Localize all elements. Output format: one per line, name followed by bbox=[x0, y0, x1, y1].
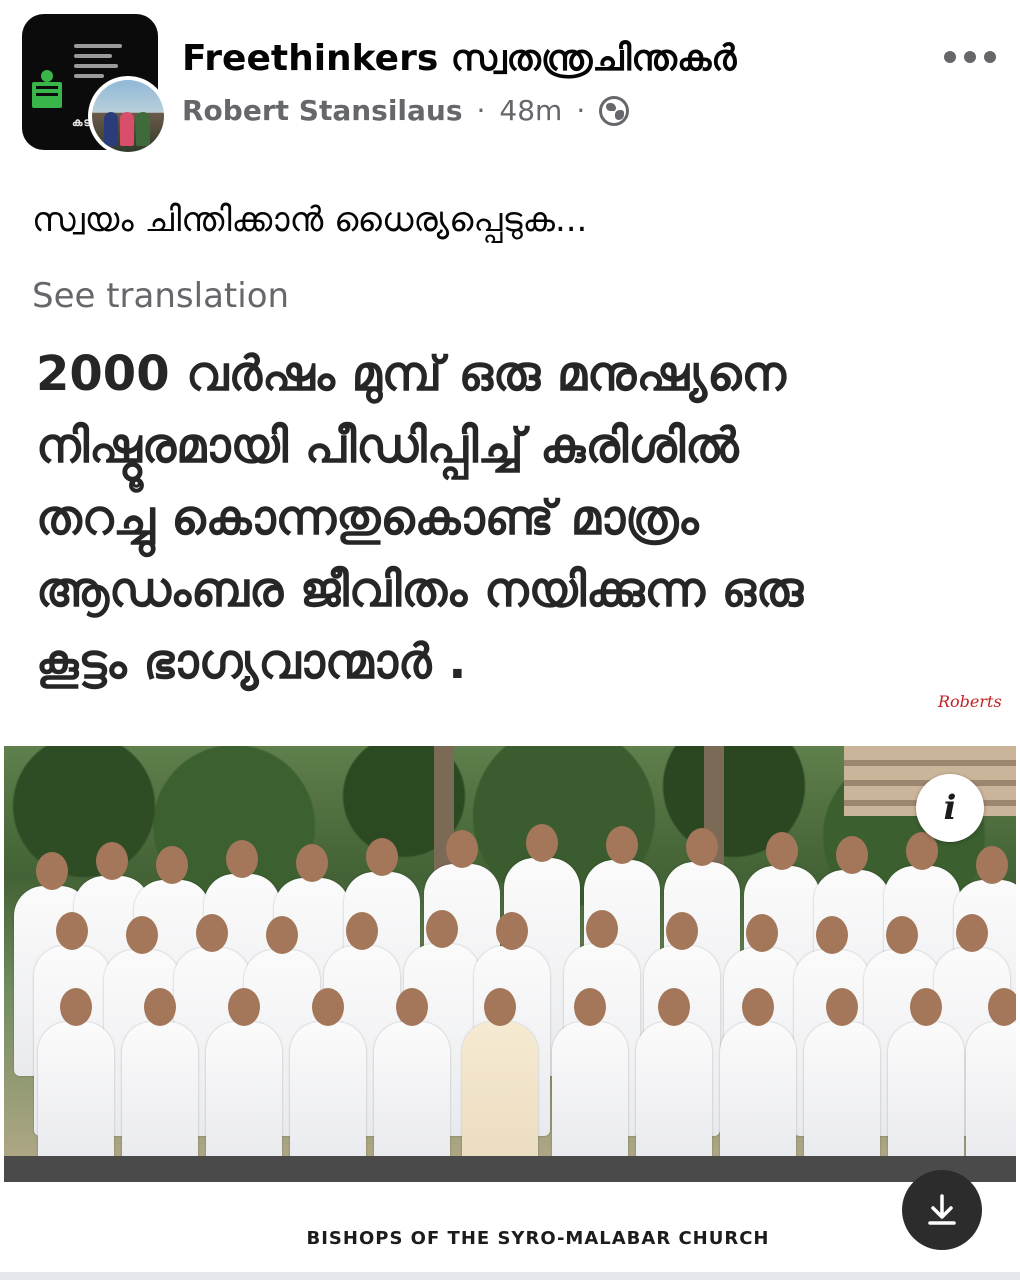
headline-line: കൂട്ടം ഭാഗ്യവാന്മാർ . bbox=[36, 634, 467, 690]
post-header: കടമയ Freethinkers സ്വതന്ത്രചിന്തകർ Rober… bbox=[0, 0, 1020, 170]
author-avatar[interactable] bbox=[88, 76, 168, 156]
post-meta: Robert Stansilaus · 48m · bbox=[182, 94, 630, 127]
author-name[interactable]: Robert Stansilaus bbox=[182, 94, 463, 127]
info-icon: i bbox=[943, 788, 957, 828]
shared-image[interactable]: 2000 വർഷം മുമ്പ് ഒരു മനുഷ്യനെ നിഷ്ഠൂരമായ… bbox=[0, 330, 1020, 1280]
headline-line: 2000 വർഷം മുമ്പ് ഒരു മനുഷ്യനെ bbox=[36, 346, 786, 402]
photo-row-front-seated bbox=[4, 982, 1016, 1182]
post-time[interactable]: 48m bbox=[499, 94, 562, 127]
photo-caption: BISHOPS OF THE SYRO-MALABAR CHURCH bbox=[306, 1228, 770, 1249]
headline-line: ആഡംബര ജീവിതം നയിക്കുന്ന ഒരു bbox=[36, 562, 804, 618]
image-signature: Roberts bbox=[938, 692, 1002, 711]
download-icon bbox=[928, 1194, 956, 1225]
more-horizontal-icon bbox=[944, 51, 956, 63]
meta-separator: · bbox=[476, 94, 486, 127]
book-icon bbox=[32, 70, 62, 108]
post-caption: സ്വയം ചിന്തിക്കാൻ ധൈര്യപ്പെടുക... bbox=[32, 200, 588, 240]
group-photo bbox=[4, 746, 1016, 1182]
group-name[interactable]: Freethinkers സ്വതന്ത്രചിന്തകർ bbox=[182, 38, 736, 80]
headline-line: തറച്ചു കൊന്നതുകൊണ്ട് മാത്രം bbox=[36, 490, 699, 546]
info-button[interactable]: i bbox=[916, 774, 984, 842]
ground bbox=[4, 1156, 1016, 1182]
more-options-button[interactable] bbox=[944, 42, 996, 72]
see-translation-link[interactable]: See translation bbox=[32, 276, 289, 316]
post-bottom-divider bbox=[0, 1272, 1020, 1280]
image-headline: 2000 വർഷം മുമ്പ് ഒരു മനുഷ്യനെ നിഷ്ഠൂരമായ… bbox=[36, 338, 986, 698]
globe-icon bbox=[599, 95, 630, 126]
meta-separator: · bbox=[576, 94, 586, 127]
headline-line: നിഷ്ഠൂരമായി പീഡിപ്പിച്ച് കുരിശിൽ bbox=[36, 418, 739, 474]
